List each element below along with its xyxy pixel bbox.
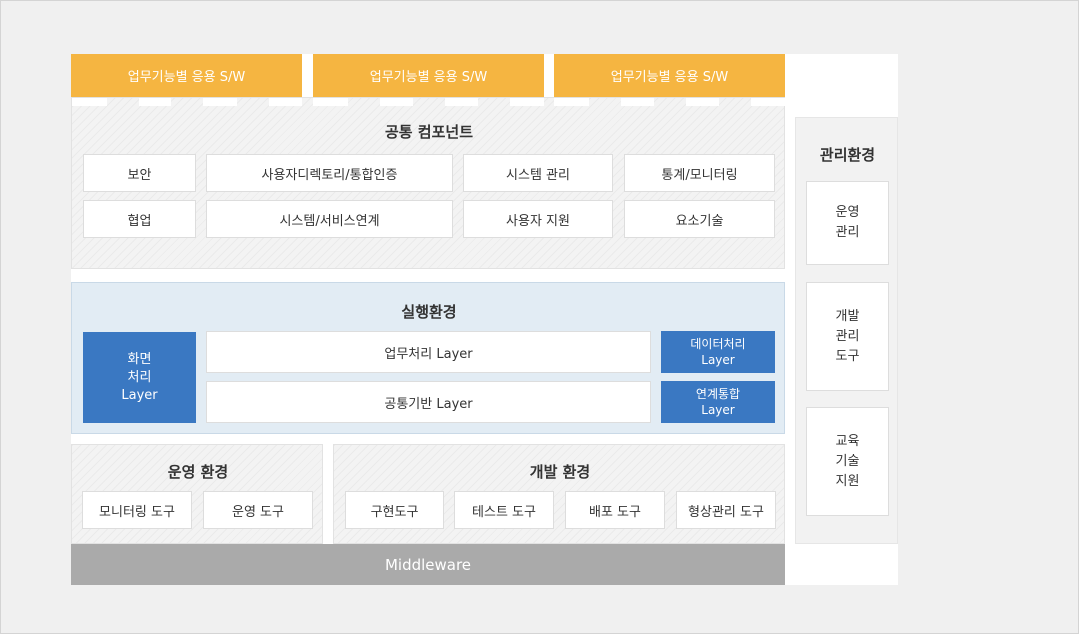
dev-mgmt-line-3: 도구 [835,348,860,364]
connector-notch [313,98,348,106]
development-title: 개발 환경 [529,463,591,481]
connector-notch [621,98,654,106]
component-system-management: 시스템 관리 [463,154,613,192]
component-core-technology: 요소기술 [624,200,775,238]
component-statistics-monitoring: 통계/모니터링 [624,154,775,192]
app-sw-block-3: 업무기능별 응용 S/W [554,54,785,97]
architecture-canvas: 업무기능별 응용 S/W 업무기능별 응용 S/W 업무기능별 응용 S/W 공… [71,54,898,585]
screen-layer-line-2: 처리 [127,369,152,385]
connector-notch [510,98,544,106]
connector-notch [686,98,719,106]
integration-layer-line-2: Layer [701,403,735,417]
connector-notch [72,98,107,106]
edu-line-2: 기술 [835,453,860,469]
connector-notch [445,98,478,106]
diagram-frame: 업무기능별 응용 S/W 업무기능별 응용 S/W 업무기능별 응용 S/W 공… [0,0,1079,634]
app-sw-block-2: 업무기능별 응용 S/W [313,54,544,97]
component-user-support: 사용자 지원 [463,200,613,238]
component-security: 보안 [83,154,196,192]
component-collaboration: 협업 [83,200,196,238]
test-tool: 테스트 도구 [454,491,554,529]
data-layer-line-2: Layer [701,353,735,367]
operations-title: 운영 환경 [167,463,229,481]
edu-line-1: 교육 [835,433,860,449]
middleware-bar: Middleware [71,544,785,585]
app-sw-block-1: 업무기능별 응용 S/W [71,54,302,97]
connector-notch [203,98,237,106]
component-service-integration: 시스템/서비스연계 [206,200,453,238]
configuration-management-tool: 형상관리 도구 [676,491,776,529]
data-layer-line-1: 데이터처리 [690,337,746,351]
common-component-title: 공통 컴포넌트 [384,123,474,141]
screen-layer-line-1: 화면 [127,351,152,367]
connector-notch [554,98,589,106]
integration-layer: 연계통합 Layer [661,381,775,423]
business-processing-layer: 업무처리 Layer [206,331,651,373]
app-sw-label-1: 업무기능별 응용 S/W [127,70,246,85]
data-processing-layer: 데이터처리 Layer [661,331,775,373]
common-component-area: 공통 컴포넌트 보안 사용자디렉토리/통합인증 시스템 관리 통계/모니터링 협… [71,97,785,269]
ops-mgmt-line-1: 운영 [835,205,860,220]
common-foundation-layer: 공통기반 Layer [206,381,651,423]
development-management-tool: 개발 관리 도구 [806,282,889,391]
connector-notch [139,98,171,106]
operations-management: 운영 관리 [806,181,889,265]
development-environment: 개발 환경 구현도구 테스트 도구 배포 도구 형상관리 도구 [333,444,785,544]
screen-layer-line-3: Layer [121,387,158,403]
connector-notch [380,98,413,106]
execution-environment: 실행환경 화면 처리 Layer 업무처리 Layer 공통기반 Layer 데… [71,282,785,434]
management-title: 관리환경 [819,146,876,164]
dev-mgmt-line-1: 개발 [835,308,860,324]
operations-tool: 운영 도구 [203,491,313,529]
management-environment: 관리환경 운영 관리 개발 관리 도구 교육 기술 지원 [795,117,898,544]
app-sw-label-3: 업무기능별 응용 S/W [610,70,729,85]
screen-layer: 화면 처리 Layer [83,332,196,423]
component-user-directory: 사용자디렉토리/통합인증 [206,154,453,192]
monitoring-tool: 모니터링 도구 [82,491,192,529]
operations-environment: 운영 환경 모니터링 도구 운영 도구 [71,444,323,544]
deployment-tool: 배포 도구 [565,491,665,529]
education-technical-support: 교육 기술 지원 [806,407,889,516]
connector-notch [269,98,302,106]
implementation-tool: 구현도구 [345,491,444,529]
ops-mgmt-line-2: 관리 [835,225,860,240]
dev-mgmt-line-2: 관리 [835,328,860,344]
execution-title: 실행환경 [401,303,457,321]
middleware-label: Middleware [384,555,472,574]
integration-layer-line-1: 연계통합 [695,387,741,401]
edu-line-3: 지원 [835,473,860,489]
app-sw-label-2: 업무기능별 응용 S/W [369,70,488,85]
connector-notch [751,98,785,106]
